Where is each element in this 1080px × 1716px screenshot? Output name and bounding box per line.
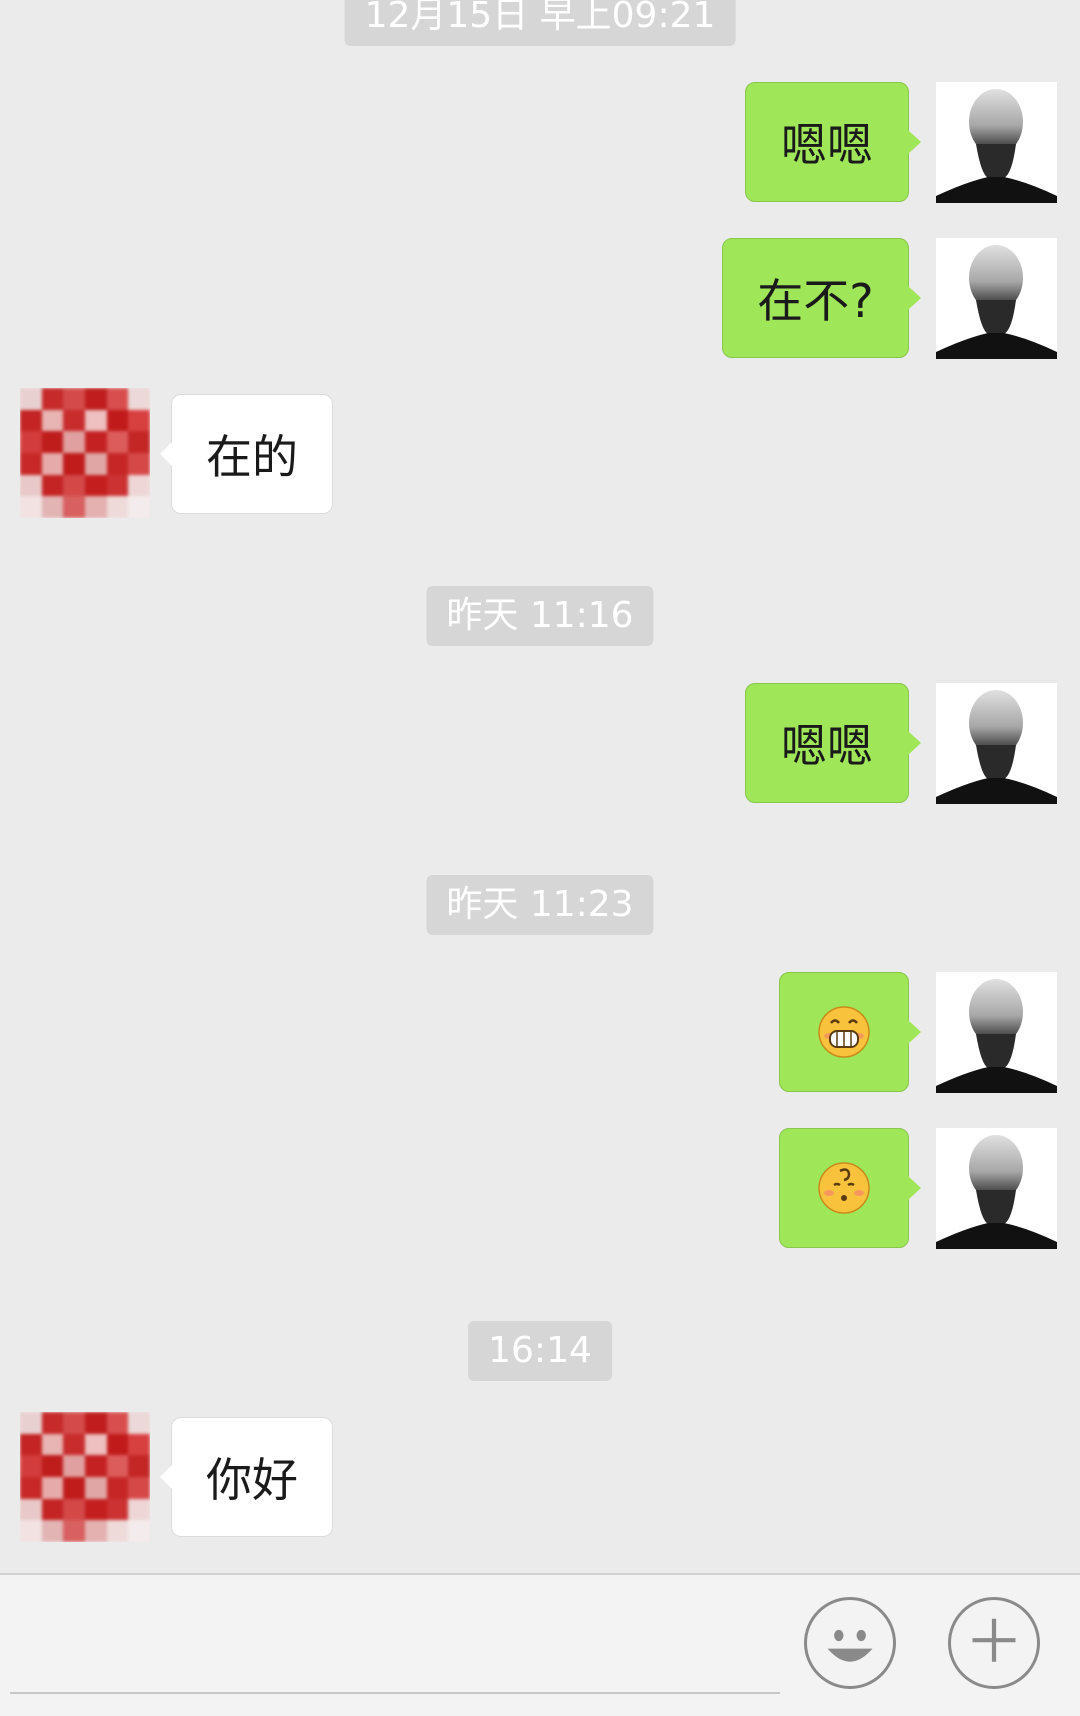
- silhouette-avatar-icon: [936, 979, 1057, 1093]
- silhouette-avatar-icon: [936, 690, 1057, 804]
- contact-avatar[interactable]: [20, 388, 150, 518]
- confused-emoji-icon: [818, 1162, 870, 1214]
- silhouette-avatar-icon: [936, 89, 1057, 203]
- timestamp-divider: 16:14: [468, 1321, 612, 1381]
- timestamp-divider: 昨天 11:16: [426, 586, 654, 646]
- outgoing-message-bubble[interactable]: 嗯嗯: [745, 82, 921, 202]
- outgoing-message-bubble[interactable]: 嗯嗯: [745, 683, 921, 803]
- silhouette-avatar-icon: [936, 245, 1057, 359]
- input-bar: [0, 1573, 1080, 1716]
- my-avatar[interactable]: [936, 1128, 1057, 1249]
- outgoing-emoji-bubble[interactable]: [779, 972, 921, 1092]
- pixelated-avatar-image: [20, 388, 150, 518]
- my-avatar[interactable]: [936, 683, 1057, 804]
- outgoing-emoji-bubble[interactable]: [779, 1128, 921, 1248]
- message-input[interactable]: [10, 1692, 780, 1694]
- timestamp-divider: 昨天 11:23: [426, 875, 654, 935]
- pixelated-avatar-image: [20, 1412, 150, 1542]
- outgoing-message-bubble[interactable]: 在不?: [722, 238, 921, 358]
- contact-avatar[interactable]: [20, 1412, 150, 1542]
- grin-emoji-icon: [818, 1006, 870, 1058]
- timestamp-divider: 12月15日 早上09:21: [344, 0, 736, 46]
- my-avatar[interactable]: [936, 82, 1057, 203]
- incoming-message-bubble[interactable]: 在的: [160, 394, 333, 514]
- more-button[interactable]: [948, 1597, 1040, 1689]
- plus-icon: [972, 1618, 1016, 1662]
- emoji-button[interactable]: [804, 1597, 896, 1689]
- silhouette-avatar-icon: [936, 1135, 1057, 1249]
- incoming-message-bubble[interactable]: 你好: [160, 1417, 333, 1537]
- smiley-face-icon: [827, 1629, 873, 1662]
- chat-history[interactable]: 12月15日 早上09:21 嗯嗯 在不? 在的 昨天 11:16 嗯嗯 昨天 …: [0, 0, 1080, 1573]
- my-avatar[interactable]: [936, 238, 1057, 359]
- my-avatar[interactable]: [936, 972, 1057, 1093]
